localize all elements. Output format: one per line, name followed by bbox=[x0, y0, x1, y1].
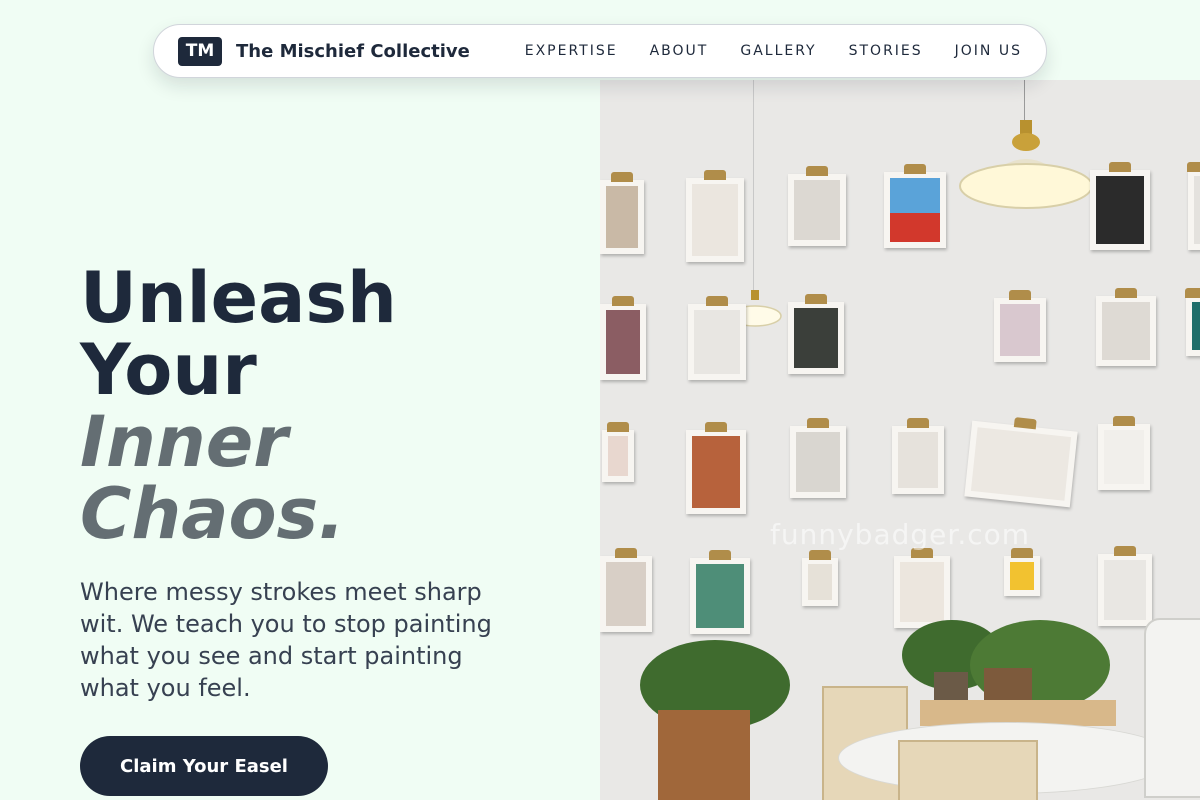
magazine-clipboard bbox=[1187, 162, 1200, 250]
plant-pot bbox=[984, 668, 1032, 702]
magazine-clipboard bbox=[690, 550, 750, 634]
magazine-clipboard bbox=[1004, 548, 1040, 596]
chair bbox=[1144, 618, 1200, 798]
magazine-clipboard bbox=[1098, 416, 1150, 490]
logo-badge[interactable]: TM bbox=[178, 36, 222, 66]
magazine-clipboard bbox=[1096, 288, 1156, 366]
magazine-clipboard bbox=[686, 422, 746, 514]
magazine-clipboard bbox=[686, 170, 744, 262]
watermark-text: funnybadger.com bbox=[770, 518, 1031, 551]
hero-title-line-2: Your bbox=[80, 329, 257, 411]
magazine-clipboard bbox=[884, 164, 946, 248]
nav-stories[interactable]: STORIES bbox=[849, 43, 923, 59]
hero-title: Unleash Your Inner Chaos. bbox=[80, 262, 580, 550]
nav-gallery[interactable]: GALLERY bbox=[740, 43, 816, 59]
pendant-lamp-icon bbox=[959, 120, 1093, 209]
magazine-clipboard bbox=[600, 548, 652, 632]
hero-subtitle: Where messy strokes meet sharp wit. We t… bbox=[80, 578, 492, 702]
logo-text: TM bbox=[185, 41, 215, 61]
main-nav: EXPERTISE ABOUT GALLERY STORIES JOIN US bbox=[525, 43, 1022, 59]
hero-title-line-3: Inner bbox=[80, 401, 288, 483]
magazine-clipboard bbox=[994, 290, 1046, 362]
magazine-clipboard bbox=[600, 172, 644, 254]
brand-name[interactable]: The Mischief Collective bbox=[236, 41, 470, 62]
magazine-clipboard bbox=[602, 422, 634, 482]
hero-photo: funnybadger.com bbox=[600, 80, 1200, 800]
hero-title-line-4: Chaos. bbox=[80, 473, 345, 555]
hero-title-line-1: Unleash bbox=[80, 257, 397, 339]
magazine-clipboard bbox=[688, 296, 746, 380]
nav-expertise[interactable]: EXPERTISE bbox=[525, 43, 618, 59]
magazine-clipboard bbox=[1090, 162, 1150, 250]
nav-join-us[interactable]: JOIN US bbox=[955, 43, 1022, 59]
magazine-clipboard bbox=[802, 550, 838, 606]
plant-crate bbox=[658, 710, 750, 800]
magazine-clipboard bbox=[600, 296, 646, 380]
magazine-clipboard bbox=[1185, 288, 1200, 356]
claim-easel-button[interactable]: Claim Your Easel bbox=[80, 736, 328, 796]
nav-about[interactable]: ABOUT bbox=[650, 43, 709, 59]
magazine-clipboard bbox=[788, 294, 844, 374]
magazine-clipboard bbox=[964, 420, 1078, 508]
magazine-clipboard bbox=[892, 418, 944, 494]
magazine-clipboard bbox=[790, 418, 846, 498]
magazine-clipboard bbox=[1098, 546, 1152, 626]
magazine-clipboard bbox=[894, 548, 950, 628]
chair bbox=[898, 740, 1038, 800]
magazine-clipboard bbox=[788, 166, 846, 246]
site-header: TM The Mischief Collective EXPERTISE ABO… bbox=[153, 24, 1047, 78]
lamp-cord bbox=[753, 80, 754, 295]
